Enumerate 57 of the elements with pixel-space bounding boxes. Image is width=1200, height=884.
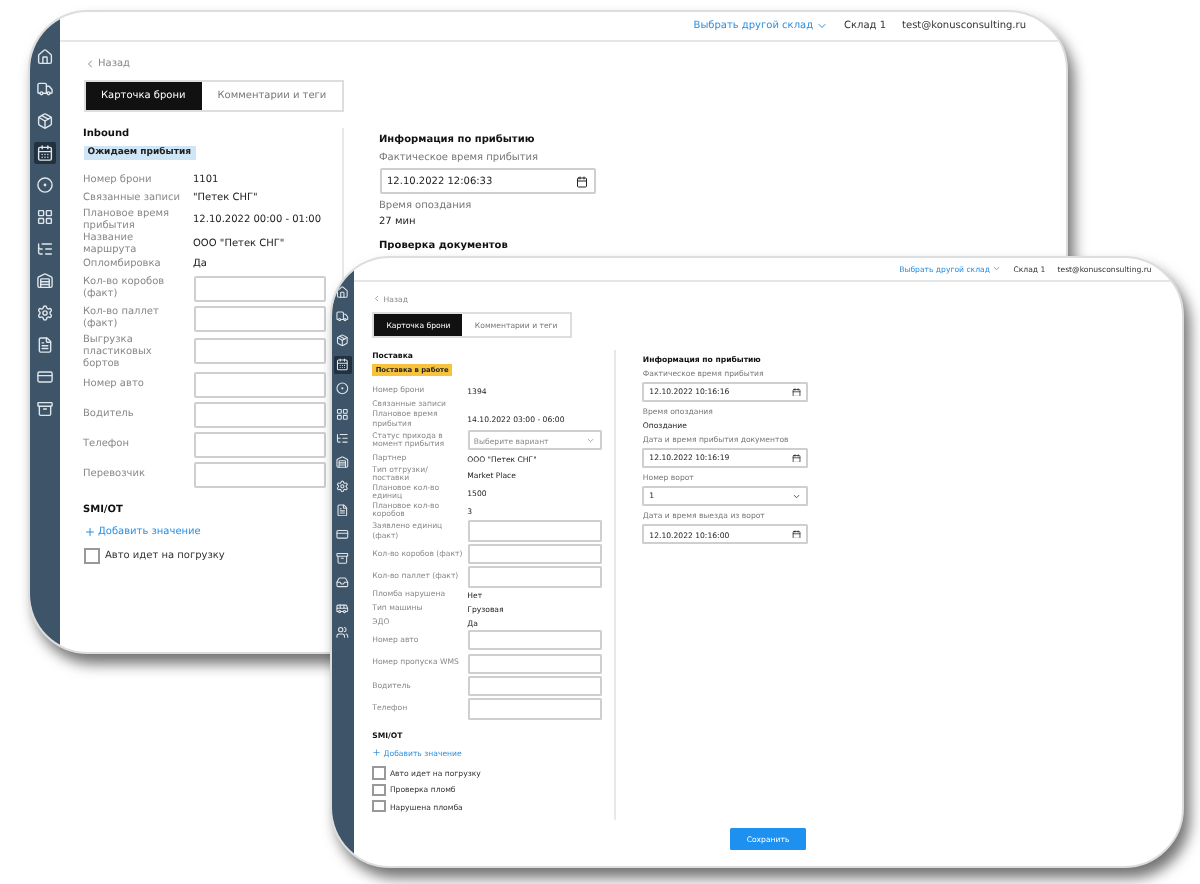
chevron-left-icon (372, 293, 382, 303)
chevron-down-icon (792, 491, 802, 501)
grid-icon[interactable] (334, 405, 352, 422)
input-field[interactable] (467, 653, 603, 674)
input-field[interactable] (193, 401, 326, 428)
document-icon[interactable] (33, 334, 56, 356)
checkbox[interactable] (372, 766, 386, 780)
archive-icon[interactable] (33, 398, 56, 420)
plus-icon (372, 748, 382, 759)
input-field[interactable] (193, 305, 326, 332)
input-field[interactable] (193, 431, 326, 458)
calendar-icon[interactable] (334, 356, 352, 374)
package-icon[interactable] (33, 110, 56, 132)
warehouse-icon[interactable] (334, 453, 352, 471)
inbox-icon[interactable] (334, 574, 352, 592)
chevron-left-icon (83, 58, 95, 70)
input-field[interactable] (467, 630, 603, 651)
users-icon[interactable] (334, 623, 352, 640)
settings-icon[interactable] (33, 302, 56, 324)
package-icon[interactable] (334, 332, 352, 349)
calendar-icon (792, 387, 802, 397)
chevron-down-icon (816, 20, 829, 32)
checkbox[interactable] (372, 799, 386, 813)
calendar-icon[interactable] (33, 142, 56, 164)
input-field[interactable] (193, 461, 326, 488)
chevron-down-icon (992, 264, 1002, 274)
checkbox[interactable] (83, 547, 99, 564)
input-field[interactable] (467, 543, 603, 565)
truck-icon[interactable] (33, 78, 56, 100)
circle-icon[interactable] (334, 380, 352, 398)
chevron-down-icon (586, 435, 596, 445)
calendar-icon (792, 453, 802, 463)
input-field[interactable] (467, 698, 603, 720)
calendar-icon (792, 529, 802, 539)
input-field[interactable] (467, 675, 603, 697)
list-icon[interactable] (334, 429, 352, 446)
calendar-icon (575, 175, 587, 187)
card-icon[interactable] (33, 366, 56, 388)
home-icon[interactable] (334, 283, 352, 301)
circle-icon[interactable] (33, 174, 56, 196)
input-field[interactable] (467, 520, 603, 542)
archive-icon[interactable] (334, 550, 352, 568)
input-field[interactable] (193, 275, 326, 302)
warehouse-icon[interactable] (33, 270, 56, 292)
list-icon[interactable] (33, 238, 56, 260)
document-icon[interactable] (334, 502, 352, 519)
input-field[interactable] (193, 338, 326, 365)
truck-icon[interactable] (334, 308, 352, 325)
input-field[interactable] (193, 371, 326, 398)
checkbox[interactable] (372, 783, 386, 797)
input-field[interactable] (467, 566, 603, 588)
bus-icon[interactable] (334, 599, 352, 616)
grid-icon[interactable] (33, 206, 56, 228)
settings-icon[interactable] (334, 477, 352, 495)
plus-icon (83, 525, 95, 538)
card-icon[interactable] (334, 526, 352, 543)
home-icon[interactable] (33, 46, 56, 68)
